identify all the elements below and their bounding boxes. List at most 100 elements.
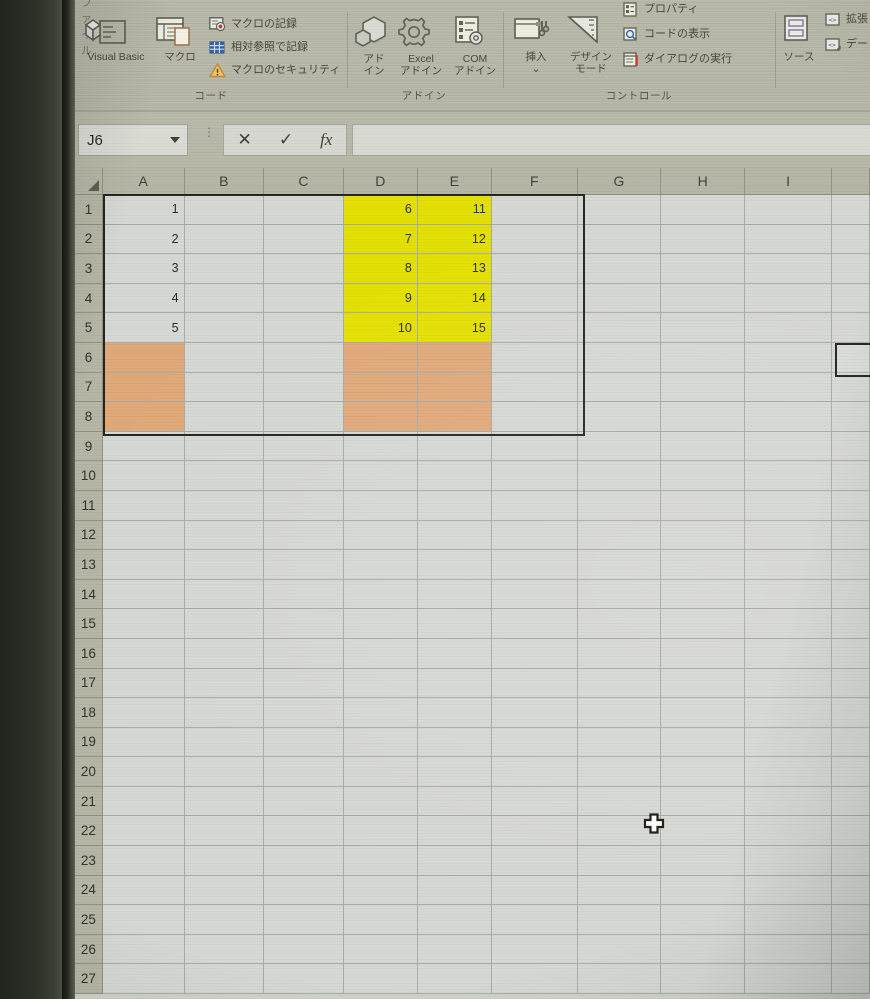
- cell-A23[interactable]: [102, 845, 185, 876]
- cell-F13[interactable]: [491, 549, 578, 580]
- cell-H16[interactable]: [660, 638, 746, 669]
- cell-G1[interactable]: [577, 194, 662, 225]
- cell-I2[interactable]: [744, 224, 832, 255]
- view-code-button[interactable]: コードの表示: [623, 27, 710, 42]
- cell-J1[interactable]: [831, 194, 870, 225]
- cell-J17[interactable]: [831, 668, 870, 699]
- cell-A1[interactable]: 1: [102, 194, 185, 225]
- row-header-26[interactable]: 26: [75, 934, 103, 965]
- cell-C3[interactable]: [263, 253, 344, 284]
- visual-basic-button[interactable]: Visual Basic: [83, 14, 149, 64]
- cell-E11[interactable]: [417, 490, 492, 521]
- cell-F15[interactable]: [491, 608, 578, 639]
- cell-J18[interactable]: [831, 697, 870, 728]
- cell-I27[interactable]: [744, 963, 832, 995]
- cell-C17[interactable]: [263, 668, 344, 699]
- cell-H6[interactable]: [660, 342, 746, 373]
- cell-E23[interactable]: [417, 845, 492, 876]
- cell-G9[interactable]: [577, 431, 662, 462]
- row-header-19[interactable]: 19: [75, 727, 103, 758]
- refresh-data-button[interactable]: <> デー: [825, 37, 868, 52]
- cell-C21[interactable]: [263, 786, 344, 817]
- cell-H22[interactable]: [660, 815, 746, 847]
- cell-F23[interactable]: [491, 845, 578, 876]
- cell-B27[interactable]: [184, 963, 265, 995]
- row-header-8[interactable]: 8: [75, 401, 103, 432]
- row-header-3[interactable]: 3: [75, 253, 103, 284]
- cell-G11[interactable]: [577, 490, 662, 521]
- cell-B20[interactable]: [184, 756, 265, 787]
- cell-E20[interactable]: [417, 756, 492, 787]
- cell-D4[interactable]: 9: [343, 283, 418, 314]
- cell-B21[interactable]: [184, 786, 265, 817]
- cell-A24[interactable]: [102, 875, 185, 906]
- cell-B14[interactable]: [184, 579, 265, 610]
- cell-A18[interactable]: [102, 697, 185, 728]
- cell-G17[interactable]: [577, 668, 662, 699]
- cell-H27[interactable]: [660, 963, 746, 995]
- cell-C15[interactable]: [263, 608, 344, 639]
- cell-F20[interactable]: [491, 756, 578, 787]
- cell-A2[interactable]: 2: [102, 224, 185, 255]
- cell-D16[interactable]: [343, 638, 418, 669]
- cell-B24[interactable]: [184, 875, 265, 906]
- cell-A7[interactable]: [102, 372, 185, 403]
- column-header-A[interactable]: A: [102, 168, 185, 195]
- cell-C16[interactable]: [263, 638, 344, 669]
- cell-A20[interactable]: [102, 756, 185, 787]
- cell-A19[interactable]: [102, 727, 185, 758]
- cell-J9[interactable]: [831, 431, 870, 462]
- cell-G13[interactable]: [577, 549, 662, 580]
- cell-A21[interactable]: [102, 786, 185, 817]
- cell-C19[interactable]: [263, 727, 344, 758]
- cell-I20[interactable]: [744, 756, 832, 787]
- cell-F4[interactable]: [491, 283, 578, 314]
- cell-B4[interactable]: [184, 283, 265, 314]
- cell-B19[interactable]: [184, 727, 265, 758]
- cell-B15[interactable]: [184, 608, 265, 639]
- cell-A16[interactable]: [102, 638, 185, 669]
- cell-D13[interactable]: [343, 549, 418, 580]
- cell-F11[interactable]: [491, 490, 578, 521]
- cell-C2[interactable]: [263, 224, 344, 255]
- cell-H26[interactable]: [660, 934, 746, 965]
- cell-D20[interactable]: [343, 756, 418, 787]
- row-header-24[interactable]: 24: [75, 875, 103, 906]
- cell-H18[interactable]: [660, 697, 746, 728]
- cell-I14[interactable]: [744, 579, 832, 610]
- row-header-1[interactable]: 1: [75, 194, 103, 225]
- cell-I3[interactable]: [744, 253, 832, 284]
- cell-D2[interactable]: 7: [343, 224, 418, 255]
- insert-control-button[interactable]: 挿入 ⌄: [511, 14, 561, 75]
- cell-G6[interactable]: [577, 342, 662, 373]
- cell-J4[interactable]: [831, 283, 870, 314]
- cell-J16[interactable]: [831, 638, 870, 669]
- cell-E8[interactable]: [417, 401, 492, 432]
- cell-F8[interactable]: [491, 401, 578, 432]
- cell-F12[interactable]: [491, 520, 578, 551]
- cell-B2[interactable]: [184, 224, 265, 255]
- cell-I6[interactable]: [744, 342, 832, 373]
- cell-A26[interactable]: [102, 934, 185, 965]
- cell-C10[interactable]: [263, 460, 344, 491]
- cell-F14[interactable]: [491, 579, 578, 610]
- cell-J12[interactable]: [831, 520, 870, 551]
- cell-D25[interactable]: [343, 904, 418, 935]
- cell-H11[interactable]: [660, 490, 746, 521]
- cell-C22[interactable]: [263, 815, 344, 847]
- record-macro-button[interactable]: マクロの記録: [209, 17, 297, 32]
- cell-F25[interactable]: [491, 904, 578, 935]
- cell-E10[interactable]: [417, 460, 492, 491]
- cell-C1[interactable]: [263, 194, 344, 225]
- cell-H13[interactable]: [660, 549, 746, 580]
- cell-B10[interactable]: [184, 460, 265, 491]
- cell-J20[interactable]: [831, 756, 870, 787]
- row-header-10[interactable]: 10: [75, 460, 103, 491]
- row-header-25[interactable]: 25: [75, 904, 103, 935]
- row-header-15[interactable]: 15: [75, 608, 103, 639]
- cell-H25[interactable]: [660, 904, 746, 935]
- cell-F21[interactable]: [491, 786, 578, 817]
- design-mode-button[interactable]: デザイン モード: [563, 14, 619, 75]
- row-header-21[interactable]: 21: [75, 786, 103, 817]
- cell-F27[interactable]: [491, 963, 578, 995]
